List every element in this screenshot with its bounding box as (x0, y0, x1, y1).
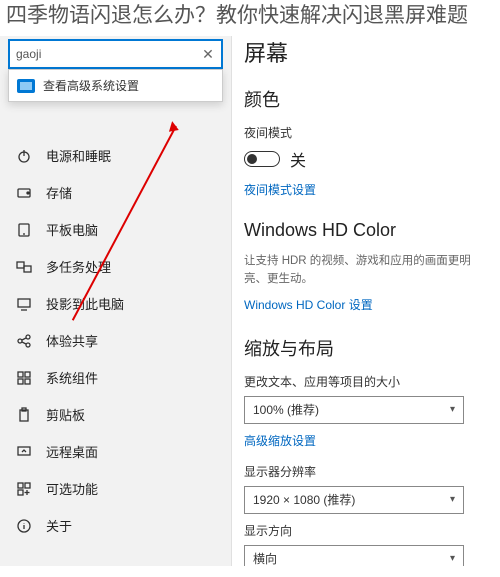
search-input[interactable] (10, 47, 195, 61)
search-result-text: 查看高级系统设置 (43, 77, 139, 94)
toggle-state: 关 (290, 147, 306, 171)
resolution-label: 显示器分辨率 (244, 463, 488, 480)
nav-item-multi[interactable]: 多任务处理 (0, 248, 231, 285)
power-icon (16, 148, 32, 164)
nav-item-info[interactable]: 关于 (0, 507, 231, 544)
nav-label: 平板电脑 (46, 220, 98, 239)
remote-icon (16, 444, 32, 460)
settings-main: 屏幕 颜色 夜间模式 关 夜间模式设置 Windows HD Color 让支持… (232, 36, 500, 566)
clipboard-icon (16, 407, 32, 423)
orientation-label: 显示方向 (244, 522, 488, 539)
scale-select[interactable]: 100% (推荐) ▾ (244, 396, 464, 424)
chevron-down-icon: ▾ (450, 494, 455, 505)
drive-icon (16, 185, 32, 201)
share-icon (16, 333, 32, 349)
info-icon (16, 518, 32, 534)
screenshot-container: ✕ 查看高级系统设置 电源和睡眠存储平板电脑多任务处理投影到此电脑体验共享系统组… (0, 36, 500, 566)
grid-icon (16, 370, 32, 386)
monitor-icon (17, 79, 35, 93)
night-mode-label: 夜间模式 (244, 124, 488, 141)
search-dropdown: 查看高级系统设置 (8, 69, 223, 102)
scale-value: 100% (推荐) (253, 401, 319, 418)
article-title: 四季物语闪退怎么办？教你快速解决闪退黑屏难题 (0, 0, 500, 36)
nav-item-remote[interactable]: 远程桌面 (0, 433, 231, 470)
nav-item-drive[interactable]: 存储 (0, 174, 231, 211)
nav-label: 多任务处理 (46, 257, 111, 276)
nav-item-share[interactable]: 体验共享 (0, 322, 231, 359)
search-result-item[interactable]: 查看高级系统设置 (9, 70, 222, 101)
nav-item-grid[interactable]: 系统组件 (0, 359, 231, 396)
nav-label: 剪贴板 (46, 405, 85, 424)
page-title: 屏幕 (244, 36, 488, 68)
color-heading: 颜色 (244, 86, 488, 112)
nav-item-power[interactable]: 电源和睡眠 (0, 137, 231, 174)
nav-label: 体验共享 (46, 331, 98, 350)
nav-list: 电源和睡眠存储平板电脑多任务处理投影到此电脑体验共享系统组件剪贴板远程桌面可选功… (0, 73, 231, 544)
scale-text-label: 更改文本、应用等项目的大小 (244, 373, 488, 390)
hdcolor-heading: Windows HD Color (244, 220, 488, 241)
night-mode-link[interactable]: 夜间模式设置 (244, 181, 316, 198)
nav-item-project[interactable]: 投影到此电脑 (0, 285, 231, 322)
multi-icon (16, 259, 32, 275)
nav-item-optional[interactable]: 可选功能 (0, 470, 231, 507)
chevron-down-icon: ▾ (450, 553, 455, 564)
nav-label: 关于 (46, 516, 72, 535)
orientation-select[interactable]: 横向 ▾ (244, 545, 464, 567)
nav-label: 投影到此电脑 (46, 294, 124, 313)
orientation-value: 横向 (253, 550, 277, 566)
project-icon (16, 296, 32, 312)
nav-label: 远程桌面 (46, 442, 98, 461)
nav-label: 存储 (46, 183, 72, 202)
nav-item-clipboard[interactable]: 剪贴板 (0, 396, 231, 433)
optional-icon (16, 481, 32, 497)
nav-label: 可选功能 (46, 479, 98, 498)
resolution-value: 1920 × 1080 (推荐) (253, 491, 355, 508)
nav-label: 电源和睡眠 (46, 146, 111, 165)
clear-icon[interactable]: ✕ (195, 46, 221, 63)
search-box[interactable]: ✕ (8, 39, 223, 69)
nav-item-tablet[interactable]: 平板电脑 (0, 211, 231, 248)
chevron-down-icon: ▾ (450, 404, 455, 415)
resolution-select[interactable]: 1920 × 1080 (推荐) ▾ (244, 486, 464, 514)
hdcolor-link[interactable]: Windows HD Color 设置 (244, 296, 373, 313)
tablet-icon (16, 222, 32, 238)
settings-sidebar: ✕ 查看高级系统设置 电源和睡眠存储平板电脑多任务处理投影到此电脑体验共享系统组… (0, 36, 232, 566)
night-mode-toggle[interactable] (244, 151, 280, 167)
advanced-scale-link[interactable]: 高级缩放设置 (244, 432, 316, 449)
nav-label: 系统组件 (46, 368, 98, 387)
scale-heading: 缩放与布局 (244, 335, 488, 361)
hdcolor-desc: 让支持 HDR 的视频、游戏和应用的画面更明亮、更生动。 (244, 253, 488, 288)
